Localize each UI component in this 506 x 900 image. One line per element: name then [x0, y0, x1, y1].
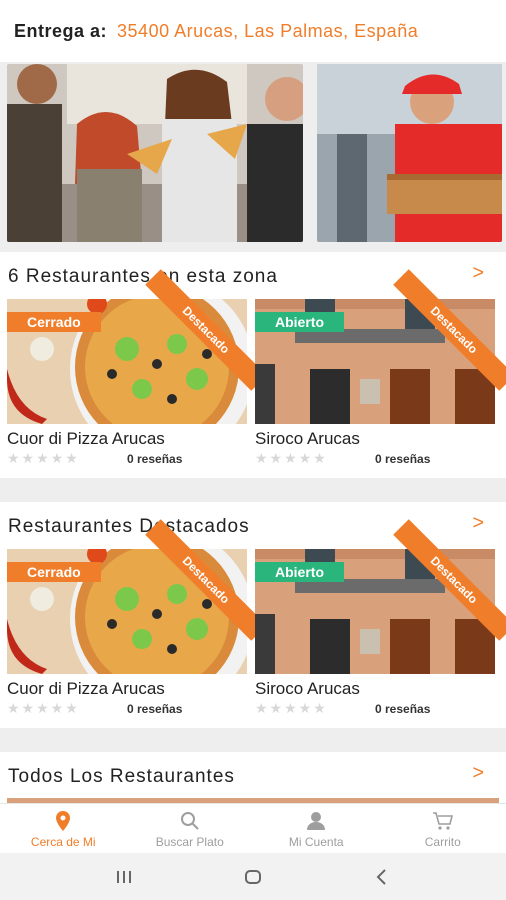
- nav-label: Carrito: [424, 834, 461, 849]
- delivery-address-bar[interactable]: Entrega a: 35400 Arucas, Las Palmas, Esp…: [0, 0, 506, 62]
- rating-stars: ★★★★★: [7, 450, 80, 466]
- section-title: Restaurantes Destacados: [8, 516, 250, 537]
- nav-mi-cuenta[interactable]: Mi Cuenta: [253, 804, 380, 853]
- reviews-count: 0 reseñas: [375, 452, 431, 466]
- home-icon[interactable]: [241, 865, 265, 889]
- system-navigation-bar: [0, 853, 506, 900]
- delivery-address[interactable]: 35400 Arucas, Las Palmas, España: [117, 21, 418, 42]
- back-icon[interactable]: [370, 865, 394, 889]
- pizza-delivery-man-photo: [317, 64, 502, 242]
- reviews-count: 0 reseñas: [127, 452, 183, 466]
- delivery-label: Entrega a:: [14, 20, 108, 41]
- nav-cerca-de-mi[interactable]: Cerca de Mi: [0, 804, 127, 853]
- nav-label: Mi Cuenta: [288, 834, 344, 849]
- see-all-arrow-icon[interactable]: >: [472, 262, 484, 285]
- reviews-count: 0 reseñas: [127, 702, 183, 716]
- nearby-restaurants-section: 6 Restaurantes en esta zona > Cerrado De…: [0, 252, 506, 478]
- status-badge: Cerrado: [7, 312, 101, 332]
- friends-eating-pizza-photo: [7, 64, 303, 242]
- cart-icon: [432, 811, 453, 830]
- status-badge: Cerrado: [7, 562, 101, 582]
- bottom-navigation: Cerca de Mi Buscar Plato Mi Cuenta Carri…: [0, 803, 506, 853]
- reviews-count: 0 reseñas: [375, 702, 431, 716]
- nav-buscar-plato[interactable]: Buscar Plato: [127, 804, 254, 853]
- see-all-arrow-icon[interactable]: >: [472, 512, 484, 535]
- promo-banner-friends[interactable]: [7, 64, 303, 242]
- nav-carrito[interactable]: Carrito: [380, 804, 506, 853]
- search-icon: [180, 811, 199, 830]
- status-badge: Abierto: [255, 562, 344, 582]
- see-all-arrow-icon[interactable]: >: [472, 762, 484, 785]
- location-pin-icon: [56, 810, 71, 831]
- section-title: 6 Restaurantes en esta zona: [8, 266, 278, 287]
- nav-label: Cerca de Mi: [30, 834, 96, 849]
- restaurant-name: Cuor di Pizza Arucas: [7, 679, 165, 698]
- rating-stars: ★★★★★: [255, 450, 328, 466]
- featured-restaurants-section: Restaurantes Destacados > Cerrado Destac…: [0, 502, 506, 728]
- user-icon: [307, 811, 326, 830]
- rating-stars: ★★★★★: [255, 700, 328, 716]
- section-title: Todos Los Restaurantes: [8, 766, 235, 787]
- restaurant-name: Siroco Arucas: [255, 429, 360, 448]
- all-restaurants-section: Todos Los Restaurantes >: [0, 752, 506, 803]
- recent-apps-icon[interactable]: [112, 865, 136, 889]
- restaurant-name: Siroco Arucas: [255, 679, 360, 698]
- nav-label: Buscar Plato: [155, 834, 224, 849]
- rating-stars: ★★★★★: [7, 700, 80, 716]
- promo-banner-delivery[interactable]: [317, 64, 502, 242]
- status-badge: Abierto: [255, 312, 344, 332]
- restaurant-name: Cuor di Pizza Arucas: [7, 429, 165, 448]
